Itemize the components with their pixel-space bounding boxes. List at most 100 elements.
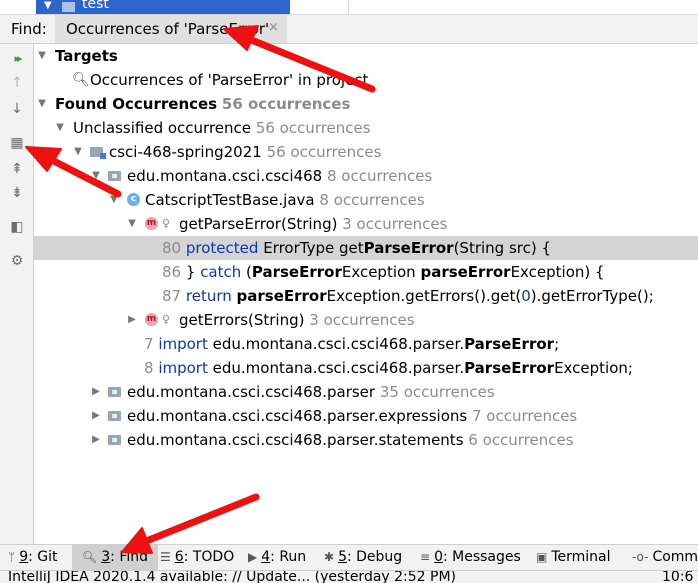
- method-label: getParseError(String): [179, 215, 338, 233]
- tree-node-targets[interactable]: ▼ Targets: [34, 44, 698, 68]
- usage-line-86[interactable]: 86 } catch (ParseErrorException parseErr…: [34, 260, 698, 284]
- tab-key: 0: [434, 549, 443, 565]
- tab-git[interactable]: ᛘ 9: Git: [8, 545, 58, 570]
- line-number: 87: [162, 287, 182, 305]
- preview-icon[interactable]: ◧: [8, 218, 26, 236]
- expand-all-icon[interactable]: ⇞: [8, 160, 26, 178]
- gear-icon[interactable]: ⚙: [8, 252, 26, 270]
- tab-messages[interactable]: ≡ 0: Messages: [420, 545, 521, 570]
- tab-key: 9: [19, 549, 29, 565]
- code-match: parseError: [236, 287, 327, 305]
- tab-find[interactable]: 🔍︎ 3: Find: [72, 545, 159, 570]
- tab-todo[interactable]: ☰ 6: TODO: [160, 545, 234, 570]
- package-label: edu.montana.csci.csci468.parser: [127, 383, 376, 401]
- class-file-label: CatscriptTestBase.java: [145, 191, 315, 209]
- tab-label: : Debug: [346, 549, 403, 565]
- tree-node-package-expressions[interactable]: ▶ edu.montana.csci.csci468.parser.expres…: [34, 404, 698, 428]
- expand-arrow-icon[interactable]: ▶: [90, 404, 102, 428]
- tree-node-found-occurrences[interactable]: ▼ Found Occurrences 56 occurrences: [34, 92, 698, 116]
- class-icon: c: [127, 193, 140, 206]
- caret-position[interactable]: 10:6: [662, 571, 693, 583]
- previous-occurrence-icon[interactable]: ↑: [8, 74, 26, 92]
- next-occurrence-icon[interactable]: ↓: [8, 100, 26, 118]
- expand-arrow-icon[interactable]: ▼: [36, 92, 48, 116]
- code-match: ParseError: [464, 335, 555, 353]
- status-message[interactable]: IntelliJ IDEA 2020.1.4 available: // Upd…: [8, 571, 456, 583]
- module-icon: [90, 147, 106, 159]
- expand-arrow-icon[interactable]: ▶: [126, 308, 138, 332]
- find-results-tab[interactable]: Occurrences of 'ParseError' ×: [55, 15, 287, 43]
- expand-arrow-icon[interactable]: ▼: [108, 188, 120, 212]
- usage-line-80[interactable]: 80 protected ErrorType getParseError(Str…: [34, 236, 698, 260]
- occurrence-count: 7 occurrences: [471, 407, 578, 425]
- find-toolbar: ▸▸ ↑ ↓ ▦ ⇞ ⇟ ◧ ⚙: [0, 44, 34, 544]
- code-match: ParseError: [464, 359, 555, 377]
- expand-arrow-icon[interactable]: ▼: [36, 44, 48, 68]
- tree-node-unclassified[interactable]: ▼ Unclassified occurrence 56 occurrences: [34, 116, 698, 140]
- package-icon: [108, 435, 121, 445]
- unclassified-label: Unclassified occurrence: [73, 119, 251, 137]
- code-text: }: [185, 263, 201, 281]
- expand-arrow-icon[interactable]: ▼: [44, 1, 52, 11]
- expand-arrow-icon[interactable]: ▶: [90, 428, 102, 452]
- tab-commit[interactable]: -o-Commit: [632, 545, 698, 570]
- list-icon: ☰: [160, 550, 171, 564]
- code-keyword: return: [185, 287, 232, 305]
- code-keyword: protected: [185, 239, 259, 257]
- code-text: Exception;: [554, 359, 633, 377]
- tab-debug[interactable]: ✱ 5: Debug: [324, 545, 402, 570]
- code-text: ).getErrorType();: [530, 287, 654, 305]
- package-icon: [108, 411, 121, 421]
- code-text: Exception: [341, 263, 421, 281]
- collapse-all-icon[interactable]: ⇟: [8, 184, 26, 202]
- tab-key: 6: [174, 549, 184, 565]
- expand-arrow-icon[interactable]: ▼: [90, 164, 102, 188]
- group-by-icon[interactable]: ▦: [8, 134, 26, 152]
- rerun-icon[interactable]: ▸▸: [8, 50, 26, 68]
- method-label: getErrors(String): [179, 311, 305, 329]
- tree-node-method-getparseerror[interactable]: ▼ m ♀ getParseError(String) 3 occurrence…: [34, 212, 698, 236]
- tree-node-package-statements[interactable]: ▶ edu.montana.csci.csci468.parser.statem…: [34, 428, 698, 452]
- occurrence-count: 35 occurrences: [379, 383, 495, 401]
- found-label: Found Occurrences: [55, 95, 218, 113]
- close-tab-icon[interactable]: ×: [268, 20, 279, 35]
- expand-arrow-icon[interactable]: ▶: [90, 380, 102, 404]
- tree-node-class-file[interactable]: ▼ c CatscriptTestBase.java 8 occurrences: [34, 188, 698, 212]
- code-keyword: catch: [200, 263, 242, 281]
- tree-node-module[interactable]: ▼ csci-468-spring2021 56 occurrences: [34, 140, 698, 164]
- usage-line-8[interactable]: 8 import edu.montana.csci.csci468.parser…: [34, 356, 698, 380]
- project-item-label: test: [82, 0, 109, 12]
- search-icon: 🔍︎: [82, 550, 98, 564]
- usage-line-7[interactable]: 7 import edu.montana.csci.csci468.parser…: [34, 332, 698, 356]
- code-text: ;: [554, 335, 560, 353]
- tab-label: : Git: [28, 549, 58, 565]
- package-label: edu.montana.csci.csci468.parser.statemen…: [127, 431, 464, 449]
- terminal-icon: ▣: [536, 550, 548, 564]
- tree-node-target-item[interactable]: 🔍︎ Occurrences of 'ParseError' in projec…: [34, 68, 698, 92]
- code-match: ParseError: [363, 239, 454, 257]
- tab-terminal[interactable]: ▣ Terminal: [536, 545, 611, 570]
- tab-label: : Find: [110, 549, 149, 565]
- project-tree-selected-item[interactable]: ▼ test: [36, 0, 290, 14]
- messages-icon: ≡: [420, 550, 431, 564]
- tab-label: : TODO: [183, 549, 235, 565]
- expand-arrow-icon[interactable]: ▼: [72, 140, 84, 164]
- tab-run[interactable]: ▶ 4: Run: [248, 545, 306, 570]
- package-icon: [108, 171, 121, 181]
- tab-key: 4: [261, 549, 271, 565]
- usage-line-87[interactable]: 87 return parseErrorException.getErrors(…: [34, 284, 698, 308]
- branch-icon: ᛘ: [8, 550, 16, 564]
- tree-node-package-parser[interactable]: ▶ edu.montana.csci.csci468.parser 35 occ…: [34, 380, 698, 404]
- module-label: csci-468-spring2021: [109, 143, 262, 161]
- occurrence-count: 56 occurrences: [266, 143, 382, 161]
- visibility-icon: ♀: [162, 217, 171, 230]
- tree-node-method-geterrors[interactable]: ▶ m ♀ getErrors(String) 3 occurrences: [34, 308, 698, 332]
- expand-arrow-icon[interactable]: ▼: [126, 212, 138, 236]
- code-keyword: import: [158, 359, 208, 377]
- occurrence-count: 8 occurrences: [319, 191, 425, 209]
- package-label: edu.montana.csci.csci468.parser.expressi…: [127, 407, 468, 425]
- tree-node-package-main[interactable]: ▼ edu.montana.csci.csci468 8 occurrences: [34, 164, 698, 188]
- expand-arrow-icon[interactable]: ▼: [54, 116, 66, 140]
- package-label: edu.montana.csci.csci468: [127, 167, 323, 185]
- search-icon: 🔍︎: [72, 72, 90, 88]
